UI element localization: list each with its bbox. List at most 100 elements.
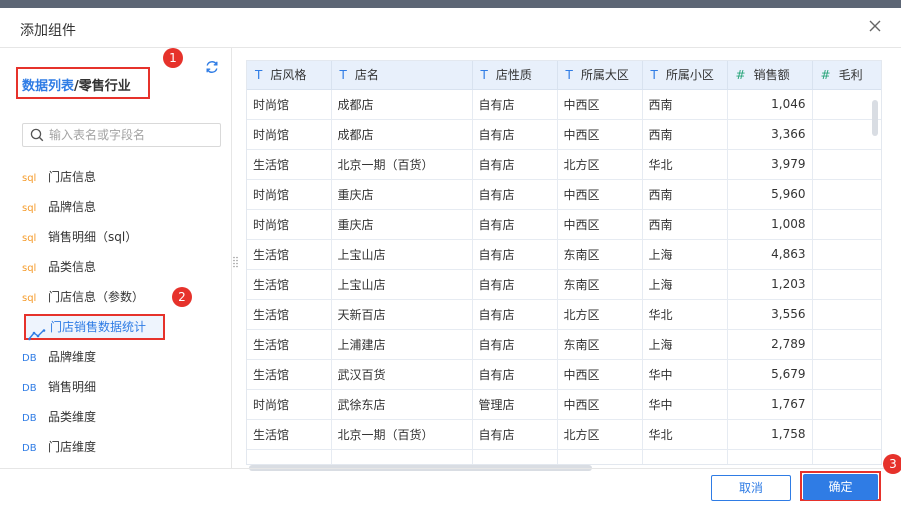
- sql-tag-icon: sql: [22, 233, 37, 244]
- table-cell: 3,979: [727, 149, 813, 180]
- table-cell: 1,008: [727, 209, 813, 240]
- table-cell: [812, 449, 881, 464]
- source-item-label: 销售明细: [48, 380, 97, 394]
- table-cell: [812, 359, 881, 390]
- table-cell: 重庆店: [331, 209, 473, 240]
- close-icon[interactable]: [867, 18, 883, 34]
- table-cell: 东南区: [557, 239, 643, 270]
- source-item-brand-dimension[interactable]: DB 品牌维度: [22, 342, 222, 372]
- table-cell: [812, 329, 881, 360]
- table-cell: 西南: [642, 89, 728, 120]
- source-item-label: 门店销售数据统计: [50, 320, 147, 334]
- drag-handle-icon[interactable]: [233, 256, 238, 268]
- table-cell: 自有店: [472, 419, 558, 450]
- text-type-icon: T: [565, 68, 573, 83]
- table-row: 生活馆 北京一期（百货） 自有店 北方区 华北 3,979: [247, 149, 881, 180]
- sql-tag-icon: sql: [22, 263, 37, 274]
- source-item-store-info-param[interactable]: sql 门店信息（参数）: [22, 282, 222, 312]
- table-cell: 时尚馆: [247, 389, 332, 420]
- source-item-label: 门店维度: [48, 440, 97, 454]
- table-cell: 北方区: [557, 419, 643, 450]
- column-header[interactable]: T 所属小区: [642, 61, 728, 90]
- breadcrumb: 数据列表/零售行业: [22, 75, 131, 94]
- table-row: 生活馆 上宝山店 自有店 东南区 上海 1,203: [247, 269, 881, 300]
- column-header-label: 店名: [354, 68, 379, 83]
- text-type-icon: T: [255, 68, 263, 83]
- db-tag-icon: DB: [22, 383, 37, 394]
- source-item-sales-detail-sql[interactable]: sql 销售明细（sql）: [22, 222, 222, 252]
- table-cell: 4,863: [727, 239, 813, 270]
- table-cell: 中西区: [557, 89, 643, 120]
- refresh-icon[interactable]: [204, 59, 220, 75]
- table-cell: 中西区: [557, 179, 643, 210]
- table-cell: 自有店: [472, 239, 558, 270]
- source-item-store-dimension[interactable]: DB 门店维度: [22, 432, 222, 462]
- annotation-badge-1: 1: [163, 48, 183, 68]
- table-cell: 自有店: [472, 179, 558, 210]
- search-box: [22, 123, 221, 147]
- source-item-category-info[interactable]: sql 品类信息: [22, 252, 222, 282]
- column-header[interactable]: T 所属大区: [557, 61, 643, 90]
- table-cell: 中西区: [557, 389, 643, 420]
- table-row: 时尚馆 重庆店 自有店 中西区 西南 5,960: [247, 179, 881, 210]
- source-item-brand-info[interactable]: sql 品牌信息: [22, 192, 222, 222]
- source-item-label: 门店信息（参数）: [48, 290, 145, 304]
- table-cell: 上浦建店: [331, 329, 473, 360]
- table-cell: 上宝山店: [331, 239, 473, 270]
- column-header[interactable]: T 店性质: [472, 61, 558, 90]
- cancel-button[interactable]: 取消: [711, 475, 791, 501]
- confirm-button[interactable]: 确定: [803, 474, 878, 500]
- table-cell: 天新百店: [331, 299, 473, 330]
- table-cell: 北京一期（百货）: [331, 149, 473, 180]
- table-cell: [557, 449, 643, 464]
- table-cell: 上宝山店: [331, 269, 473, 300]
- table-cell: 中西区: [557, 209, 643, 240]
- source-item-label: 品牌维度: [48, 350, 97, 364]
- table-cell: 自有店: [472, 359, 558, 390]
- source-item-category-dimension[interactable]: DB 品类维度: [22, 402, 222, 432]
- column-header[interactable]: # 销售额: [727, 61, 813, 90]
- db-tag-icon: DB: [22, 413, 37, 424]
- window-top-strip: [0, 0, 901, 8]
- breadcrumb-link-data-list[interactable]: 数据列表: [22, 79, 74, 94]
- table-cell: 时尚馆: [247, 89, 332, 120]
- table-cell: [247, 449, 332, 464]
- table-cell: 自有店: [472, 269, 558, 300]
- db-tag-icon: DB: [22, 443, 37, 454]
- table-cell: [812, 299, 881, 330]
- table-cell: 东南区: [557, 329, 643, 360]
- table-cell: [727, 449, 813, 464]
- table-cell: 中西区: [557, 359, 643, 390]
- table-row: 时尚馆 成都店 自有店 中西区 西南 1,046: [247, 89, 881, 120]
- source-item-store-info[interactable]: sql 门店信息: [22, 162, 222, 192]
- source-item-label: 品牌信息: [48, 200, 97, 214]
- table-cell: [331, 449, 473, 464]
- add-component-dialog: 添加组件 数据列表/零售行业 sql门店信息 s: [0, 8, 901, 510]
- table-cell: 1,203: [727, 269, 813, 300]
- column-header[interactable]: T 店名: [331, 61, 473, 90]
- source-item-sales-detail[interactable]: DB 销售明细: [22, 372, 222, 402]
- source-item-label: 门店信息: [48, 170, 97, 184]
- db-tag-icon: DB: [22, 353, 37, 364]
- table-row: 生活馆 上浦建店 自有店 东南区 上海 2,789: [247, 329, 881, 360]
- pane-splitter[interactable]: [231, 48, 232, 468]
- table-cell: [812, 239, 881, 270]
- annotation-badge-2: 2: [172, 287, 192, 307]
- source-item-store-sales-stats[interactable]: 门店销售数据统计: [24, 312, 222, 342]
- source-list: sql 门店信息 sql 品牌信息 sql 销售明细（sql） sql 品类信息 sql…: [22, 162, 222, 462]
- table-row: 生活馆 北京一期（百货） 自有店 北方区 华北 1,758: [247, 419, 881, 450]
- column-header[interactable]: T 店风格: [247, 61, 332, 90]
- dialog-header: 添加组件: [0, 8, 901, 48]
- sql-tag-icon: sql: [22, 293, 37, 304]
- text-type-icon: T: [650, 68, 658, 83]
- column-header[interactable]: # 毛利: [812, 61, 881, 90]
- table-cell: 成都店: [331, 89, 473, 120]
- table-cell: 西南: [642, 119, 728, 150]
- text-type-icon: T: [480, 68, 488, 83]
- vertical-scrollbar[interactable]: [872, 100, 878, 136]
- search-input[interactable]: [49, 126, 217, 144]
- source-item-label: 品类信息: [48, 260, 97, 274]
- table-cell: 生活馆: [247, 269, 332, 300]
- table-cell: [812, 209, 881, 240]
- sql-tag-icon: sql: [22, 203, 37, 214]
